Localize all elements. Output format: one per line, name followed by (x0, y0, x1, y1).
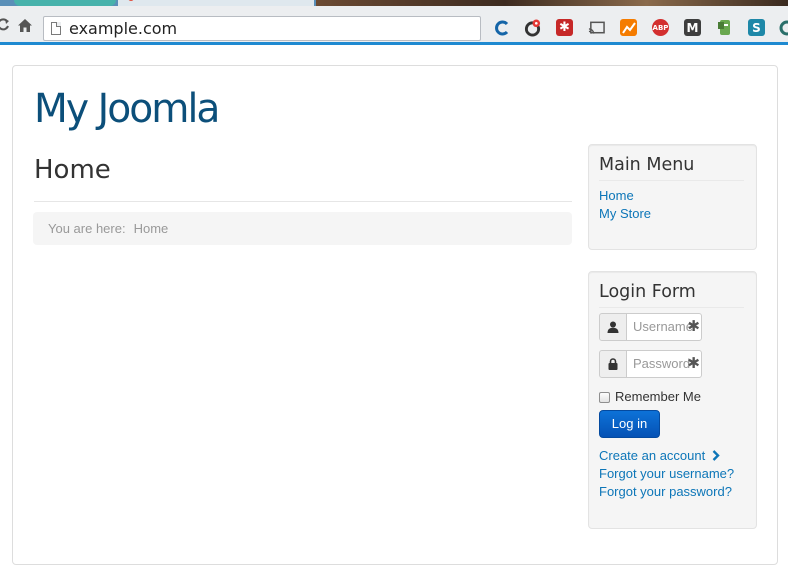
main-menu-title: Main Menu (599, 154, 694, 176)
lastpass-icon[interactable]: ✱ (556, 19, 573, 36)
forgot-username-link[interactable]: Forgot your username? (599, 465, 734, 482)
analytics-icon[interactable] (620, 19, 637, 36)
address-bar-url[interactable]: example.com (69, 19, 177, 39)
login-button[interactable]: Log in (599, 410, 660, 438)
toolbar-accent-line (0, 42, 788, 45)
login-form-module: Login Form Username ✱ Password ✱ Remembe… (588, 271, 757, 529)
page-icon (51, 22, 61, 35)
gmail-icon[interactable]: M (684, 19, 701, 36)
chevron-right-icon (712, 450, 720, 461)
breadcrumb-current: Home (134, 221, 169, 236)
main-menu-item-home[interactable]: Home (599, 187, 634, 204)
page-title: Home (34, 153, 111, 187)
login-form-title: Login Form (599, 281, 696, 303)
remember-me-checkbox[interactable] (599, 392, 610, 403)
required-icon: ✱ (687, 354, 700, 372)
main-menu-item-my-store[interactable]: My Store (599, 205, 651, 222)
divider (599, 180, 744, 181)
chrome-sync-icon[interactable] (524, 19, 541, 36)
address-bar[interactable]: example.com (43, 16, 481, 41)
remember-me-label[interactable]: Remember Me (615, 389, 701, 405)
breadcrumb-prefix: You are here: (48, 221, 126, 236)
browser-toolbar: example.com ✱ ABP M S (0, 6, 788, 43)
required-icon: ✱ (687, 317, 700, 335)
lock-icon (599, 350, 627, 378)
circle-extension-icon[interactable] (778, 19, 788, 36)
main-menu-module: Main Menu Home My Store (588, 144, 757, 250)
site-title[interactable]: My Joomla (34, 84, 218, 134)
home-icon[interactable] (16, 16, 34, 34)
remember-me-row: Remember Me (599, 389, 701, 405)
evernote-icon[interactable] (716, 19, 733, 36)
breadcrumb: You are here: Home (33, 212, 572, 245)
divider (599, 307, 744, 308)
create-account-link[interactable]: Create an account (599, 447, 720, 464)
reload-icon[interactable] (0, 16, 12, 34)
s-extension-icon[interactable]: S (748, 19, 765, 36)
tab-favicon-icon (128, 0, 134, 1)
user-icon (599, 313, 627, 341)
username-group: Username ✱ (599, 313, 702, 341)
adblock-plus-icon[interactable]: ABP (652, 19, 669, 36)
password-group: Password ✱ (599, 350, 702, 378)
forgot-password-link[interactable]: Forgot your password? (599, 483, 732, 500)
c-icon[interactable] (494, 19, 511, 36)
divider (34, 201, 572, 202)
create-account-label[interactable]: Create an account (599, 448, 705, 463)
cast-icon[interactable] (588, 19, 605, 36)
